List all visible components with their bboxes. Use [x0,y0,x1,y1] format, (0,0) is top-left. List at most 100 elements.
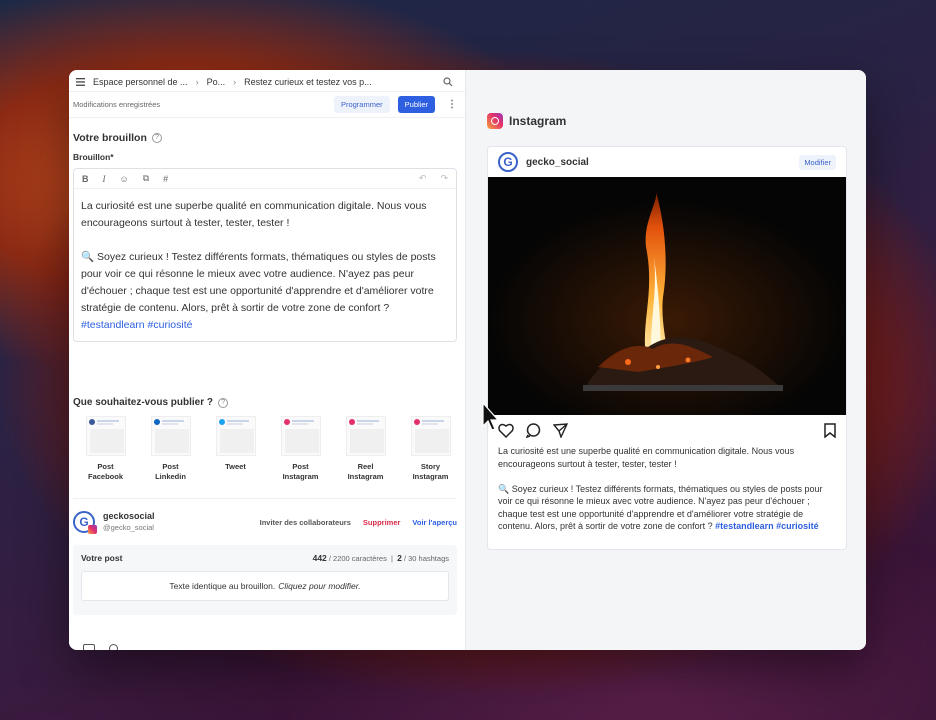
post-actions [488,415,846,445]
status-bar: Modifications enregistrées Programmer Pu… [69,92,465,118]
hashtag-icon[interactable]: # [163,174,168,184]
publish-type-thumbnail [280,416,321,456]
search-icon[interactable] [443,76,453,87]
preview-username: gecko_social [526,156,589,168]
account-info: geckosocial @gecko_social [103,511,155,533]
image-icon[interactable] [83,644,95,650]
app-window: Espace personnel de ... › Po... › Restez… [69,70,866,650]
publish-type-thumbnail [410,416,451,456]
post-header: Votre post 442 / 2200 caractères | 2 / 3… [81,553,449,563]
post-text-box[interactable]: Texte identique au brouillon. Cliquez pou… [81,571,449,601]
bottom-icons [83,644,118,650]
preview-network-title: Instagram [509,114,567,128]
network-icon [413,419,420,425]
delete-button[interactable]: Supprimer [363,518,401,527]
network-icon [88,419,95,425]
italic-icon[interactable]: I [103,174,106,184]
publish-type-sublabel: Linkedin [155,472,186,481]
emoji-icon[interactable]: ☺ [120,174,129,184]
redo-icon[interactable]: ↷ [440,173,448,184]
bookmark-icon[interactable] [824,422,836,438]
publish-type-option[interactable]: Post Facebook [73,416,138,482]
publish-type-heading: Que souhaitez-vous publier ? ? [73,397,465,408]
hamburger-icon[interactable] [75,77,85,86]
identical-text: Texte identique au brouillon. [169,581,276,591]
instagram-icon [487,113,503,129]
breadcrumb-post[interactable]: Restez curieux et testez vos p... [244,77,372,87]
publish-type-option[interactable]: Post Linkedin [138,416,203,482]
publish-type-option[interactable]: Tweet [203,416,268,482]
share-icon[interactable] [553,422,568,438]
bold-icon[interactable]: B [82,174,89,184]
breadcrumb-folder[interactable]: Po... [207,77,226,87]
publish-type-sublabel: Facebook [87,472,123,481]
publish-type-thumbnail [345,416,386,456]
draft-label: Brouillon* [73,152,114,162]
avatar: G [73,511,97,534]
post-counters: 442 / 2200 caractères | 2 / 30 hashtags [312,553,449,563]
publish-button[interactable]: Publier [397,96,435,113]
edit-button[interactable]: Modifier [799,154,836,170]
help-icon[interactable]: ? [218,397,229,408]
preview-heading: Instagram [487,113,566,129]
caption-paragraph-2: 🔍 Soyez curieux ! Testez différents form… [498,483,823,532]
breadcrumb-workspace[interactable]: Espace personnel de ... [93,77,188,87]
publish-type-sublabel: Instagram [412,472,449,481]
publish-type-title: Que souhaitez-vous publier ? [73,397,214,408]
schedule-button[interactable]: Programmer [333,96,390,113]
network-icon [348,419,355,425]
comment-icon[interactable] [526,422,541,438]
draft-heading: Votre brouillon ? [73,132,465,144]
post-card-header: G gecko_social Modifier [488,147,846,177]
instagram-post-card: G gecko_social Modifier La curiosité est… [487,146,847,550]
caption-hashtags: #testandlearn #curiosité [715,521,819,531]
publish-type-label: Story [420,462,441,471]
publish-type-sublabel: Instagram [282,472,319,481]
chevron-right-icon: › [195,76,199,87]
publish-type-thumbnail [215,416,256,456]
caption-paragraph-1: La curiosité est une superbe qualité en … [498,446,795,469]
draft-title: Votre brouillon [73,132,147,144]
mouse-cursor-icon [482,402,500,431]
avatar: G [498,152,518,172]
link-icon[interactable]: ⧉ [143,173,149,184]
instagram-badge-icon [88,525,97,534]
publish-type-label: Reel [357,462,374,471]
publish-type-label: Post [162,462,179,471]
publish-type-label: Post [292,462,309,471]
post-title: Votre post [81,553,123,563]
more-options-icon[interactable]: ⋮ [447,99,457,110]
click-to-edit: Cliquez pour modifier. [278,581,361,591]
breadcrumb: Espace personnel de ... › Po... › Restez… [69,70,465,92]
draft-text[interactable]: La curiosité est une superbe qualité en … [74,189,456,343]
post-caption: La curiosité est une superbe qualité en … [488,445,846,533]
emoji-icon[interactable] [109,644,118,650]
account-actions: Inviter des collaborateurs Supprimer Voi… [260,518,457,527]
publish-type-option[interactable]: Reel Instagram [333,416,398,482]
publish-type-label: Tweet [225,462,246,471]
help-icon[interactable]: ? [151,133,162,143]
undo-icon[interactable]: ↶ [419,173,427,184]
preview-button[interactable]: Voir l'aperçu [412,518,457,527]
publish-type-option[interactable]: Post Instagram [268,416,333,482]
publish-type-option[interactable]: Story Instagram [398,416,463,482]
save-status: Modifications enregistrées [73,100,161,109]
draft-hashtags: #testandlearn #curiosité [81,319,193,331]
divider [73,498,457,499]
publish-type-thumbnail [85,416,126,456]
post-image-fire [488,177,846,415]
publish-type-label: Post [97,462,114,471]
publish-type-sublabel: Instagram [347,472,384,481]
publish-type-list: Post Facebook Post Linkedin Tweet Post Instagr… [73,416,465,482]
post-section: Votre post 442 / 2200 caractères | 2 / 3… [73,545,457,615]
draft-paragraph-1: La curiosité est une superbe qualité en … [81,200,427,229]
network-icon [283,419,290,425]
account-name: geckosocial [103,511,155,521]
preview-panel: Instagram G gecko_social Modifier La cur… [466,70,866,650]
draft-editor[interactable]: B I ☺ ⧉ # ↶ ↷ La curiosité est une superb… [73,168,457,342]
invite-collaborators-button[interactable]: Inviter des collaborateurs [260,518,351,527]
account-row: G geckosocial @gecko_social Inviter des … [73,511,457,534]
draft-paragraph-2: 🔍 Soyez curieux ! Testez différents form… [81,251,436,331]
heart-icon[interactable] [498,423,514,438]
publish-type-thumbnail [150,416,191,456]
